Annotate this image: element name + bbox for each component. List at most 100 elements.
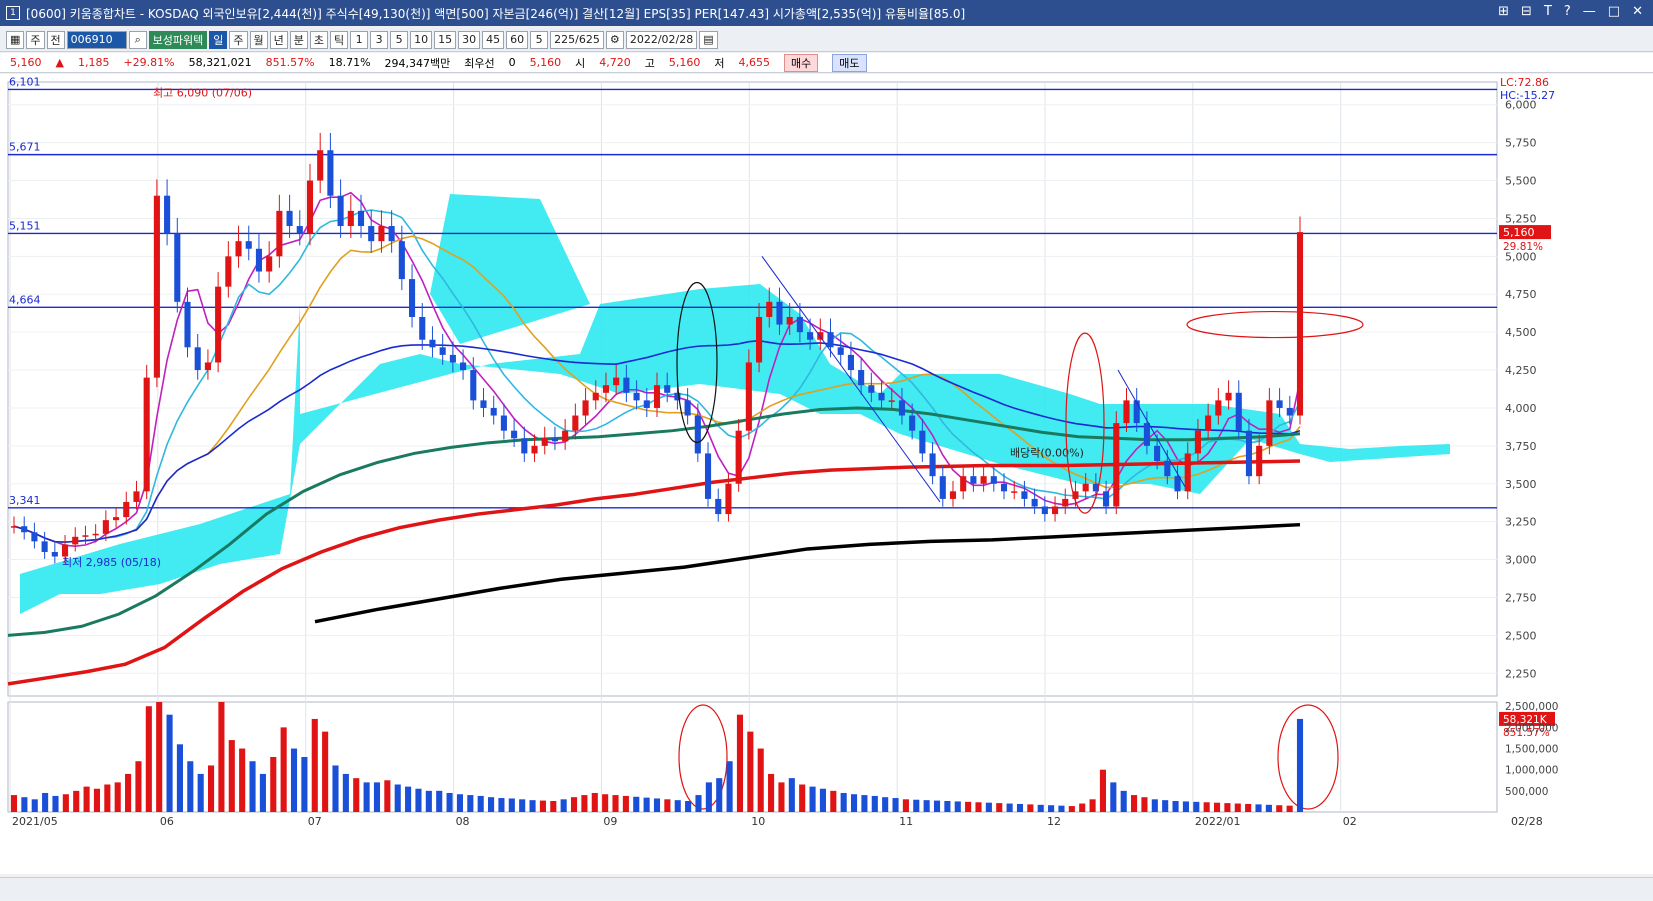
volume-bar [353, 778, 360, 812]
volume-bar [581, 795, 588, 812]
volume-bar [301, 757, 308, 812]
candle-body [613, 377, 620, 386]
volume-bar [342, 773, 349, 812]
y-tick-label: 5,750 [1505, 137, 1537, 150]
volume-bar [415, 788, 422, 812]
num-3[interactable]: 3 [370, 30, 389, 49]
broker-label[interactable]: 보성파워텍 [148, 30, 208, 49]
low-label: 저 [714, 56, 725, 70]
num-60[interactable]: 60 [506, 30, 529, 49]
volume-bar [1224, 803, 1231, 812]
num-1[interactable]: 1 [350, 30, 369, 49]
candle-body [164, 195, 171, 234]
candle-body [245, 241, 252, 249]
volume-bar [384, 780, 391, 812]
period-day[interactable]: 일 [209, 30, 228, 49]
candle-body [174, 233, 181, 302]
volume-bar [436, 790, 443, 812]
chart-scrollbar[interactable] [0, 877, 1653, 899]
candle-body [531, 445, 538, 454]
candle-body [847, 354, 854, 371]
price-chart[interactable]: 6,101 5,671 5,151 4,664 3,341 최고 6,090 (07/0… [0, 74, 1653, 874]
volume-bar [135, 761, 142, 812]
x-tick-label: 12 [1047, 815, 1061, 828]
candle-body [684, 400, 691, 416]
candle-body [1143, 423, 1150, 446]
volume-bar [1286, 805, 1293, 812]
volume-bar [1016, 803, 1024, 812]
sell-button[interactable]: 매도 [832, 53, 867, 72]
candle-body [1286, 407, 1293, 416]
volume-bar [850, 794, 858, 812]
volume-bar [52, 795, 59, 812]
volume-bar [1120, 790, 1127, 812]
period-year[interactable]: 년 [269, 30, 288, 49]
candle-body [327, 150, 334, 196]
volume-bar [498, 798, 505, 812]
num-45[interactable]: 45 [482, 30, 505, 49]
x-tick-label: 2022/01 [1195, 815, 1241, 828]
volume-bar [332, 765, 339, 812]
candle-body [1164, 461, 1171, 477]
volume-bar [674, 800, 681, 812]
period-minute[interactable]: 분 [289, 30, 308, 49]
candle-body [439, 347, 446, 355]
candle-body [10, 526, 18, 528]
x-tick-label: 06 [160, 815, 174, 828]
candle-body [72, 536, 79, 545]
cascade-icon[interactable]: ⊟ [1521, 4, 1532, 19]
period-tick[interactable]: 틱 [330, 30, 349, 49]
candle-body [1266, 400, 1273, 446]
grid-icon[interactable]: ▦ [6, 30, 25, 49]
lc-label: LC:72.86 [1500, 76, 1549, 89]
period-second[interactable]: 초 [309, 30, 329, 49]
y-tick-label: 4,500 [1505, 326, 1537, 339]
volume: 58,321,021 [188, 56, 252, 69]
period-week[interactable]: 주 [229, 30, 248, 49]
candle-body [1225, 392, 1232, 401]
num-10[interactable]: 10 [410, 30, 433, 49]
buy-button[interactable]: 매수 [784, 53, 819, 72]
candle-body [276, 210, 283, 257]
candle-body [837, 347, 844, 355]
volume-bar [73, 790, 80, 812]
candle-body [704, 453, 712, 499]
num-5[interactable]: 5 [390, 30, 409, 49]
volume-bar [933, 800, 941, 812]
volume-bar [104, 784, 111, 812]
prev-button[interactable]: 전 [46, 30, 65, 49]
volume-bar [456, 794, 464, 812]
volume-bar [726, 761, 733, 812]
volume-bar [145, 706, 152, 812]
tile-icon[interactable]: ⊞ [1498, 4, 1509, 19]
stock-code-input[interactable]: 006910 [66, 30, 127, 49]
num-30[interactable]: 30 [458, 30, 481, 49]
candle-body [1062, 498, 1069, 507]
help-icon[interactable]: ? [1564, 4, 1571, 19]
candle-body [939, 476, 946, 499]
period-month[interactable]: 월 [249, 30, 268, 49]
settings-icon[interactable]: ⚙ [605, 30, 624, 49]
price-change: 1,185 [77, 56, 110, 69]
x-tick-label: 02 [1343, 815, 1357, 828]
num-15[interactable]: 15 [434, 30, 457, 49]
calendar-icon[interactable]: ▤ [699, 30, 718, 49]
volume-bar [488, 797, 495, 812]
date-input[interactable]: 2022/02/28 [625, 30, 698, 49]
volume-bar [1265, 804, 1272, 812]
search-icon[interactable]: ⌕ [128, 30, 147, 49]
period-count-input[interactable]: 5 [530, 30, 549, 49]
minimize-button[interactable]: — [1583, 4, 1596, 19]
volume-bar [1141, 797, 1148, 812]
volume-bar [93, 788, 101, 812]
volume-bar [446, 792, 453, 812]
candle-body [1194, 430, 1201, 454]
font-icon[interactable]: T [1544, 4, 1552, 19]
candle-body [868, 385, 875, 393]
volume-bar [799, 784, 806, 812]
close-button[interactable]: ✕ [1632, 4, 1643, 19]
maximize-button[interactable]: □ [1608, 4, 1620, 19]
x-tick-label: 11 [899, 815, 913, 828]
stock-type-select[interactable]: 주 [26, 30, 45, 49]
volume-bar [62, 794, 69, 812]
